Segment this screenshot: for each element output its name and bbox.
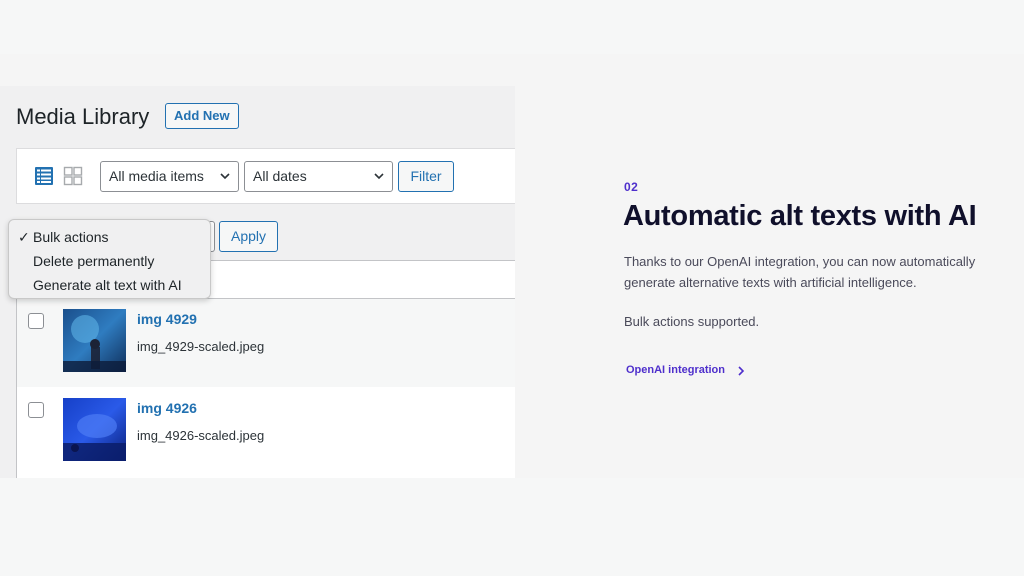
chevron-down-icon (374, 173, 384, 180)
media-thumbnail[interactable] (63, 309, 126, 372)
page-title: Media Library (16, 104, 150, 129)
media-filename: img_4926-scaled.jpeg (137, 428, 265, 443)
chevron-down-icon (220, 173, 230, 180)
bulk-actions-note: Bulk actions supported. (624, 314, 760, 329)
feature-number: 02 (624, 180, 639, 194)
feature-headline: Automatic alt texts with AI (623, 200, 977, 232)
feature-description: Thanks to our OpenAI integration, you ca… (624, 254, 976, 290)
apply-button[interactable]: Apply (219, 221, 278, 252)
dropdown-option-bulk-actions[interactable]: Bulk actions (33, 229, 108, 245)
dropdown-option-generate-alt-text[interactable]: Generate alt text with AI (33, 277, 182, 293)
bottom-band (0, 478, 1024, 576)
check-icon: ✓ (18, 229, 30, 245)
bulk-actions-dropdown: ✓ Bulk actions Delete permanently Genera… (8, 219, 211, 299)
row-checkbox[interactable] (28, 402, 44, 418)
filter-button[interactable]: Filter (398, 161, 454, 192)
media-filename: img_4929-scaled.jpeg (137, 339, 265, 354)
media-type-select[interactable]: All media items (100, 161, 239, 192)
media-toolbar: All media items All dates Filter (16, 148, 515, 204)
top-band (0, 0, 1024, 54)
row-checkbox[interactable] (28, 313, 44, 329)
chevron-right-icon[interactable] (737, 366, 745, 376)
media-thumbnail[interactable] (63, 398, 126, 461)
openai-integration-link[interactable]: OpenAI integration (626, 364, 725, 376)
media-title-link[interactable]: img 4926 (137, 400, 197, 416)
table-row: img 4926 img_4926-scaled.jpeg (17, 388, 515, 476)
list-view-icon[interactable] (34, 166, 54, 186)
dropdown-option-delete-permanently[interactable]: Delete permanently (33, 253, 154, 269)
table-row: img 4929 img_4929-scaled.jpeg (17, 299, 515, 387)
add-new-button[interactable]: Add New (165, 103, 239, 129)
media-type-select-value: All media items (109, 168, 204, 184)
grid-view-icon[interactable] (63, 166, 83, 186)
date-select[interactable]: All dates (244, 161, 393, 192)
media-title-link[interactable]: img 4929 (137, 311, 197, 327)
media-library-screenshot: Media Library Add New All media items Al… (0, 86, 515, 478)
date-select-value: All dates (253, 168, 307, 184)
